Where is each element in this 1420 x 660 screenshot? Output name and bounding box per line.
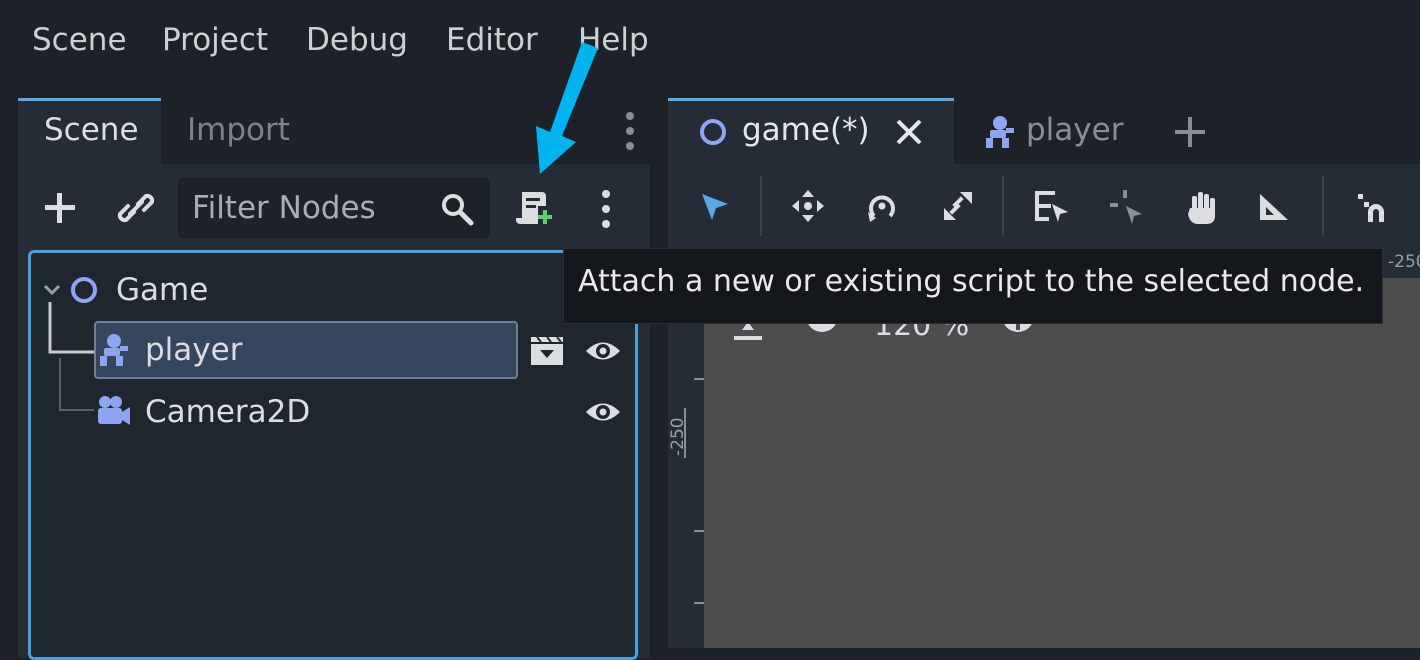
tree-lines — [48, 302, 94, 411]
toolbar-separator — [760, 176, 762, 236]
add-node-icon[interactable] — [42, 190, 78, 226]
character-body-icon — [100, 334, 128, 366]
node-circle-icon — [700, 119, 726, 145]
toolbar-separator — [1322, 176, 1324, 236]
pan-mode-icon[interactable] — [1184, 188, 1220, 226]
annotation-arrow-icon — [536, 42, 598, 174]
select-mode-icon[interactable] — [698, 190, 732, 224]
collapse-arrow-icon[interactable] — [42, 282, 62, 298]
ruler-tick — [694, 378, 704, 380]
instantiate-scene-link-icon[interactable] — [116, 190, 156, 226]
visibility-eye-icon[interactable] — [584, 334, 622, 368]
rotate-mode-icon[interactable] — [864, 188, 900, 224]
close-icon[interactable] — [894, 117, 924, 147]
tooltip-text: Attach a new or existing script to the s… — [578, 264, 1365, 299]
tab-player-label[interactable]: player — [1026, 112, 1123, 148]
open-in-editor-clapper-icon[interactable] — [528, 334, 566, 368]
filter-nodes-placeholder[interactable]: Filter Nodes — [192, 190, 376, 226]
ruler-tick — [694, 530, 704, 532]
add-tab-icon[interactable] — [1172, 114, 1208, 150]
ruler-tick — [694, 602, 704, 604]
camera-icon — [98, 396, 130, 425]
scale-mode-icon[interactable] — [940, 188, 976, 224]
character-body-icon — [986, 116, 1014, 148]
attach-script-icon[interactable] — [514, 188, 554, 228]
dock-menu-icon[interactable] — [622, 110, 638, 152]
menu-debug[interactable]: Debug — [306, 22, 408, 58]
ruler-mode-icon[interactable] — [1256, 190, 1292, 224]
tab-scene-label[interactable]: Scene — [44, 112, 139, 148]
tree-item-game[interactable]: Game — [116, 272, 208, 308]
scene-options-icon[interactable] — [598, 188, 614, 230]
scene-tree — [28, 250, 638, 660]
center-view-icon[interactable] — [730, 322, 766, 344]
list-select-icon[interactable] — [1032, 188, 1070, 226]
ruler-mark — [684, 408, 686, 458]
tree-item-player[interactable]: player — [145, 332, 242, 368]
menu-project[interactable]: Project — [162, 22, 268, 58]
tree-item-camera2d[interactable]: Camera2D — [145, 394, 310, 430]
pivot-mode-icon[interactable] — [1108, 188, 1146, 226]
visibility-eye-icon[interactable] — [584, 395, 622, 429]
toolbar-separator — [1002, 176, 1004, 236]
ruler-top-label: -250 — [1388, 252, 1420, 272]
tab-import[interactable]: Import — [187, 112, 290, 148]
move-mode-icon[interactable] — [790, 188, 826, 224]
menu-scene[interactable]: Scene — [32, 22, 127, 58]
smart-snap-icon[interactable] — [1354, 188, 1390, 226]
search-icon — [442, 194, 474, 226]
tab-game-label[interactable]: game(*) — [742, 112, 870, 148]
